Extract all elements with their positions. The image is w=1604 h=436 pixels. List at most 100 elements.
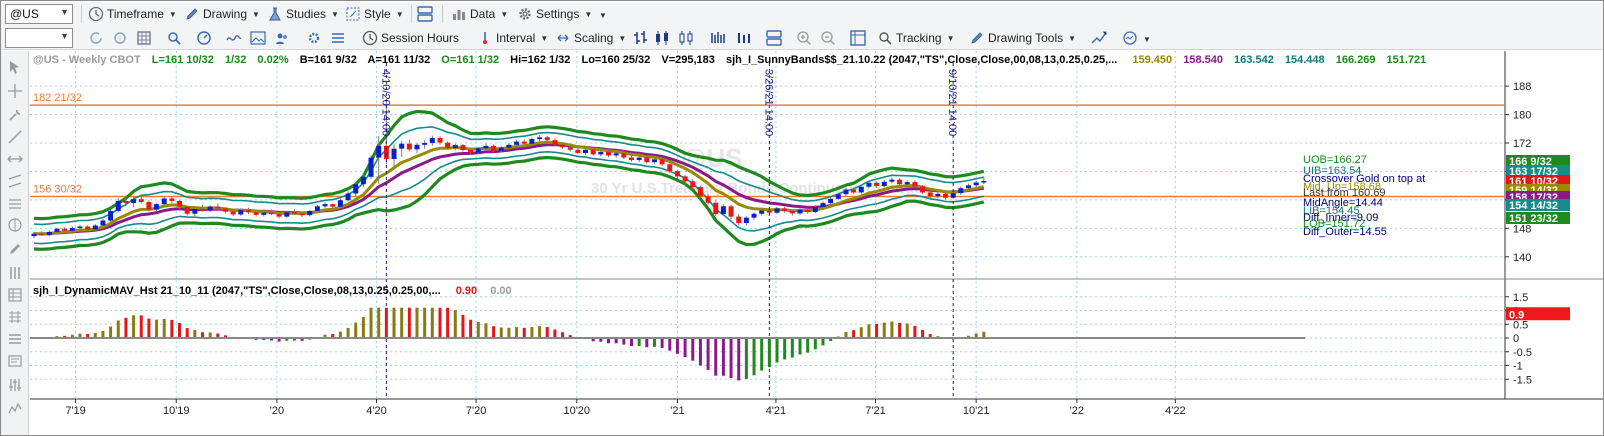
candle xyxy=(491,145,497,151)
candle xyxy=(720,206,726,215)
candle xyxy=(697,187,703,197)
histogram-bar xyxy=(698,338,702,366)
vertical-line-label: 3/26/21 14:00 xyxy=(762,69,774,136)
histogram-bar xyxy=(155,319,159,338)
histogram-bar xyxy=(921,329,925,338)
price-axis-label: 148 xyxy=(1513,223,1531,235)
candle xyxy=(935,193,941,197)
histogram-bar xyxy=(737,338,741,381)
candle xyxy=(897,179,903,185)
net-change: 1/32 xyxy=(225,54,246,66)
histogram-bar xyxy=(898,322,902,338)
histogram-bar xyxy=(492,326,496,338)
oscillator-axis-label: -0.5 xyxy=(1513,347,1532,359)
percent-change: 0.02% xyxy=(257,54,288,66)
candle xyxy=(651,159,657,163)
oscillator-axis-label: -1.5 xyxy=(1513,374,1532,386)
histogram-bar xyxy=(675,338,679,354)
histogram-bar xyxy=(760,338,764,371)
price-axis-label: 172 xyxy=(1513,138,1531,150)
time-axis-label: 10'19 xyxy=(163,405,190,417)
time-axis-label: 7'21 xyxy=(865,405,885,417)
candle xyxy=(376,145,382,158)
candle xyxy=(590,149,596,155)
histogram-bar xyxy=(469,319,473,338)
histogram-bar xyxy=(101,330,105,338)
candle xyxy=(966,185,972,189)
histogram-bar xyxy=(392,307,396,338)
horizontal-line-label: 156 30/32 xyxy=(33,184,82,196)
histogram-bar xyxy=(124,317,128,338)
histogram-bar xyxy=(652,338,656,347)
histogram-bar xyxy=(162,318,166,338)
candle xyxy=(552,140,558,145)
candle xyxy=(31,233,37,237)
oscillator-axis-label: 1.5 xyxy=(1513,292,1528,304)
candle xyxy=(460,145,466,151)
histogram-bar xyxy=(553,329,557,338)
chart-window: @US ▼ Timeframe ▼ Drawing ▼ Studies ▼ Style… xyxy=(0,0,1604,436)
last-price: L=161 10/32 xyxy=(152,54,214,66)
time-axis-label: 7'19 xyxy=(65,405,85,417)
histogram-bar xyxy=(890,321,894,338)
chart-area[interactable]: @US 30 Yr U.S.Treasury Bonds Continuous … xyxy=(1,1,1604,436)
candle xyxy=(506,144,512,148)
histogram-bar xyxy=(798,338,802,355)
candle xyxy=(828,198,834,204)
candle xyxy=(743,217,749,223)
candle xyxy=(299,213,305,216)
histogram-bar xyxy=(721,338,725,376)
histogram-bar xyxy=(806,338,810,353)
histogram-bar xyxy=(170,319,174,338)
candle xyxy=(514,141,520,145)
candle xyxy=(759,210,765,214)
candle xyxy=(169,198,175,201)
candle xyxy=(475,148,481,153)
candle xyxy=(797,209,803,214)
candle xyxy=(39,233,45,236)
candle xyxy=(904,182,910,185)
histogram-bar xyxy=(453,310,457,338)
histogram-bar xyxy=(354,322,358,338)
oscillator-value-1: 0.90 xyxy=(456,285,477,297)
candle xyxy=(659,159,665,165)
histogram-bar xyxy=(499,327,503,338)
candle xyxy=(307,210,313,216)
histogram-bar xyxy=(109,326,113,338)
candle xyxy=(154,204,160,210)
histogram-bar xyxy=(377,307,381,338)
candle xyxy=(575,149,581,153)
candle xyxy=(789,210,795,214)
candle xyxy=(215,206,221,209)
candle xyxy=(483,145,489,149)
histogram-bar xyxy=(913,325,917,338)
candle xyxy=(920,186,926,193)
candle xyxy=(912,182,918,187)
candle xyxy=(54,228,60,232)
candle xyxy=(261,212,267,215)
candle xyxy=(123,200,129,204)
oscillator-axis: 1.510.50-0.5-1-1.5 xyxy=(1505,292,1532,386)
histogram-bar xyxy=(538,326,542,338)
histogram-bar xyxy=(361,317,365,338)
candle xyxy=(674,171,680,177)
candle xyxy=(115,200,121,211)
candle xyxy=(108,210,114,221)
candle xyxy=(330,204,336,207)
candle xyxy=(291,212,297,214)
histogram-bar xyxy=(476,322,480,338)
candle xyxy=(889,179,895,182)
time-axis-label: '22 xyxy=(1070,405,1084,417)
histogram-bar xyxy=(821,338,825,346)
histogram-bar xyxy=(185,328,189,338)
histogram-bar xyxy=(369,307,373,338)
candle xyxy=(207,206,213,211)
candle xyxy=(322,204,328,207)
candle xyxy=(192,209,198,214)
candle xyxy=(253,212,259,215)
candle xyxy=(544,137,550,141)
candle xyxy=(498,147,504,151)
histogram-bar xyxy=(867,324,871,338)
study-value: 163.542 xyxy=(1234,54,1274,66)
candle xyxy=(851,189,857,193)
